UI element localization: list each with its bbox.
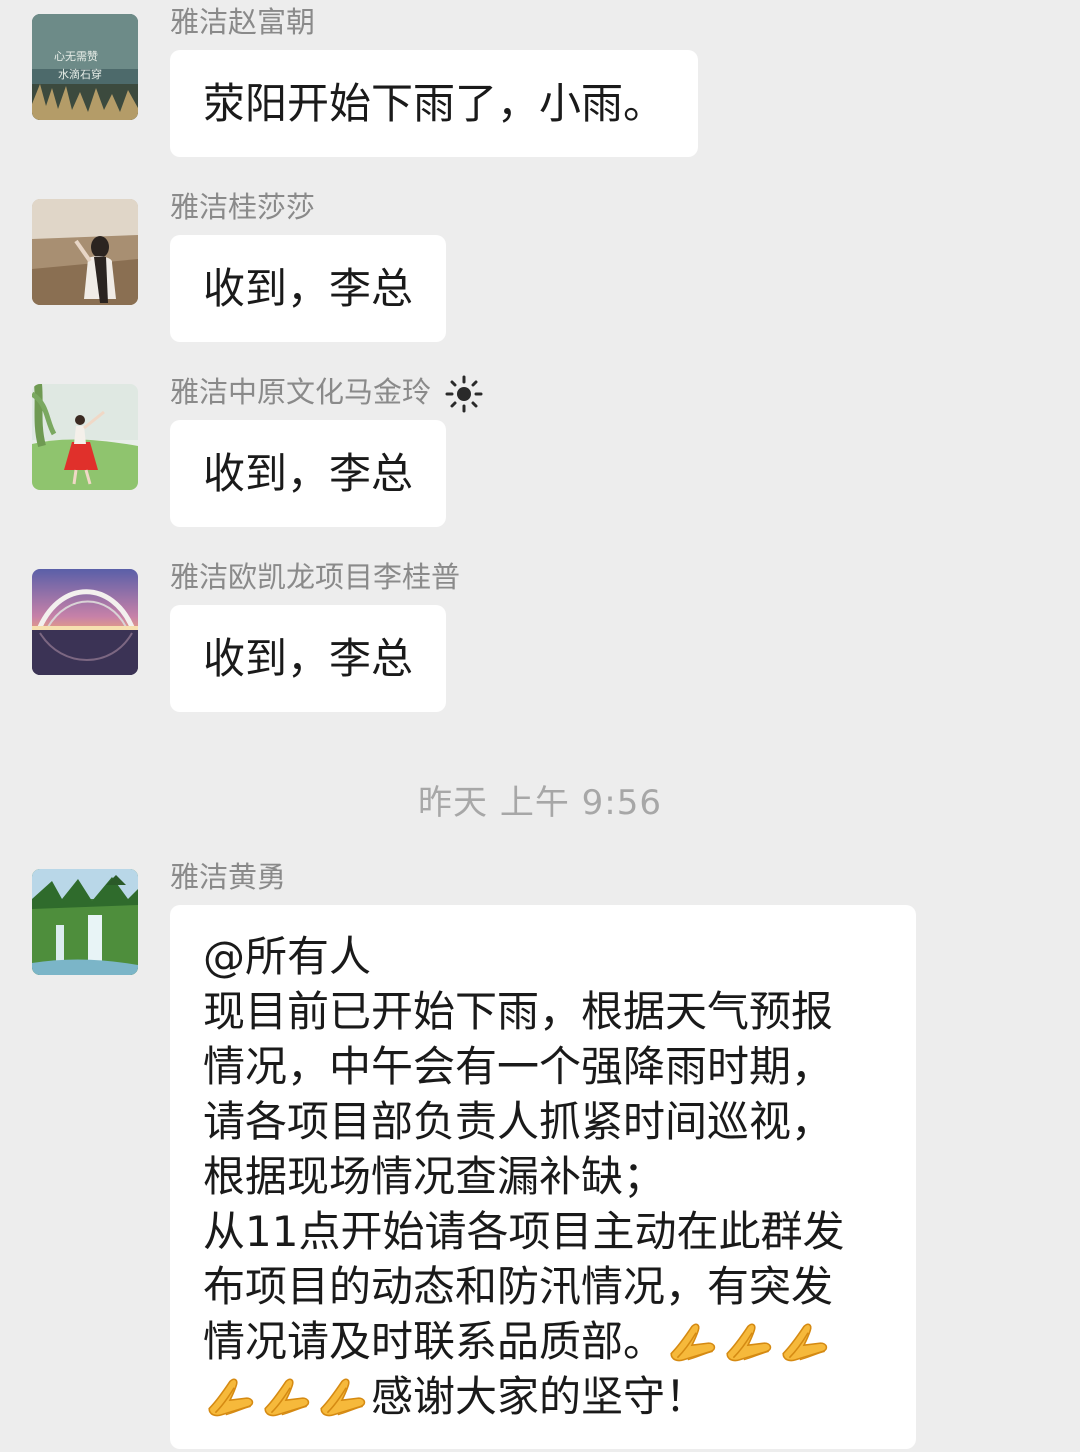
message-line-text: 情况请及时联系品质部。 bbox=[203, 1317, 666, 1366]
pray-hands-icon bbox=[208, 1378, 254, 1417]
message-line-with-emoji: 感谢大家的坚守！ bbox=[203, 1369, 886, 1424]
pray-hands-icon bbox=[320, 1378, 366, 1417]
message-line: 请各项目部负责人抓紧时间巡视， bbox=[203, 1097, 834, 1146]
chat-area: 心无需赞 水滴石穿 雅洁赵富朝 荥阳开始下雨了，小雨。 雅洁桂莎莎 收到，李总 bbox=[0, 0, 1080, 1452]
svg-text:水滴石穿: 水滴石穿 bbox=[58, 67, 102, 81]
message-line: 布项目的动态和防汛情况，有突发 bbox=[203, 1262, 834, 1311]
message-bubble[interactable]: 收到，李总 bbox=[170, 235, 447, 342]
pray-hands-icon bbox=[670, 1323, 716, 1362]
message-bubble[interactable]: 荥阳开始下雨了，小雨。 bbox=[170, 50, 699, 157]
sender-name: 雅洁中原文化马金玲 bbox=[170, 372, 483, 413]
message-line: 现目前已开始下雨，根据天气预报 bbox=[203, 987, 834, 1036]
pray-hands-icon bbox=[264, 1378, 310, 1417]
red-dress-avatar-icon[interactable] bbox=[32, 384, 138, 490]
bridge-avatar-icon[interactable] bbox=[32, 569, 138, 675]
pray-hands-icon bbox=[782, 1323, 828, 1362]
message-bubble[interactable]: 收到，李总 bbox=[170, 420, 447, 527]
field-person-avatar-icon[interactable] bbox=[32, 199, 138, 305]
message-line: @所有人 bbox=[203, 932, 372, 981]
message-line-with-emoji: 情况请及时联系品质部。 bbox=[203, 1314, 886, 1369]
message-bubble[interactable]: 收到，李总 bbox=[170, 605, 447, 712]
waterfall-avatar-icon[interactable] bbox=[32, 869, 138, 975]
sender-name-text: 雅洁中原文化马金玲 bbox=[170, 375, 432, 409]
sender-name: 雅洁桂莎莎 bbox=[170, 190, 316, 224]
message-line: 情况，中午会有一个强降雨时期， bbox=[203, 1042, 834, 1091]
sender-name: 雅洁欧凯龙项目李桂普 bbox=[170, 560, 461, 594]
sun-icon bbox=[445, 375, 483, 413]
sender-name: 雅洁黄勇 bbox=[170, 860, 287, 894]
sender-name: 雅洁赵富朝 bbox=[170, 5, 316, 39]
message-line: 根据现场情况查漏补缺； bbox=[203, 1152, 666, 1201]
message-line: 从11点开始请各项目主动在此群发 bbox=[203, 1207, 845, 1256]
calligraphy-avatar-icon[interactable]: 心无需赞 水滴石穿 bbox=[32, 14, 138, 120]
message-line-text: 感谢大家的坚守！ bbox=[371, 1372, 708, 1421]
message-bubble[interactable]: @所有人 现目前已开始下雨，根据天气预报 情况，中午会有一个强降雨时期， 请各项… bbox=[170, 905, 916, 1449]
svg-text:心无需赞: 心无需赞 bbox=[54, 50, 98, 63]
pray-hands-icon bbox=[726, 1323, 772, 1362]
timestamp: 昨天 上午 9:56 bbox=[418, 783, 662, 823]
